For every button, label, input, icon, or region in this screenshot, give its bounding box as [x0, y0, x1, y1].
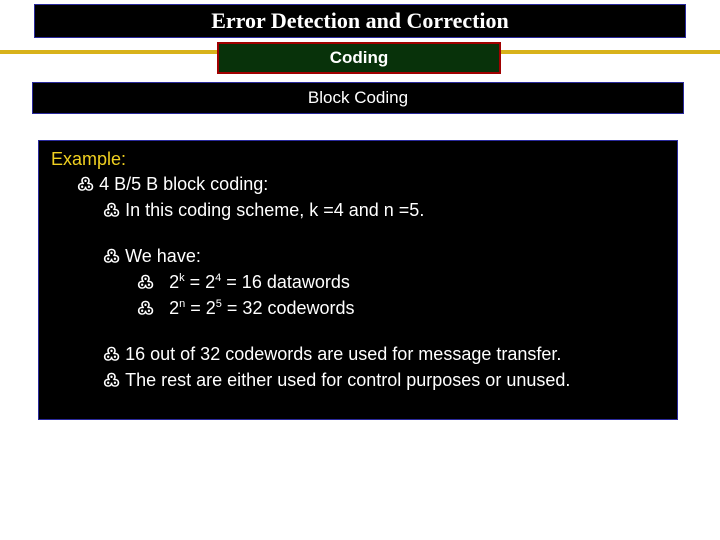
t: = 2 — [185, 272, 216, 292]
text: In this coding scheme, k =4 and n =5. — [125, 200, 424, 220]
accent-strip-right — [498, 50, 720, 54]
t: = 2 — [185, 298, 216, 318]
t: = 16 datawords — [221, 272, 350, 292]
bullet-icon: ߷ — [103, 246, 120, 266]
page-title: Error Detection and Correction — [34, 4, 686, 38]
text: 4 B/5 B block coding: — [99, 174, 268, 194]
slide: Error Detection and Correction Coding Bl… — [0, 0, 720, 540]
t: 2 — [169, 272, 179, 292]
line-rest: ߷ The rest are either used for control p… — [51, 368, 665, 392]
t: = 32 codewords — [222, 298, 355, 318]
accent-strip-left — [0, 50, 218, 54]
text: We have: — [125, 246, 201, 266]
line-scheme: ߷ In this coding scheme, k =4 and n =5. — [51, 198, 665, 222]
bullet-icon: ߷ — [137, 272, 154, 292]
line-message-transfer: ߷ 16 out of 32 codewords are used for me… — [51, 342, 665, 366]
bullet-icon: ߷ — [103, 344, 120, 364]
section-heading: Block Coding — [32, 82, 684, 114]
t: 2 — [169, 298, 179, 318]
text: The rest are either used for control pur… — [125, 370, 570, 390]
text: 16 out of 32 codewords are used for mess… — [125, 344, 561, 364]
line-datawords: ߷ 2k = 24 = 16 datawords — [51, 270, 665, 294]
bullet-icon: ߷ — [103, 200, 120, 220]
bullet-icon: ߷ — [137, 298, 154, 318]
line-wehave: ߷ We have: — [51, 244, 665, 268]
subtitle-box: Coding — [217, 42, 501, 74]
bullet-4b5b: ߷ 4 B/5 B block coding: — [51, 172, 665, 196]
line-codewords: ߷ 2n = 25 = 32 codewords — [51, 296, 665, 320]
bullet-icon: ߷ — [103, 370, 120, 390]
content-panel: Example: ߷ 4 B/5 B block coding: ߷ In th… — [38, 140, 678, 420]
bullet-icon: ߷ — [77, 174, 94, 194]
example-label: Example: — [51, 149, 665, 170]
